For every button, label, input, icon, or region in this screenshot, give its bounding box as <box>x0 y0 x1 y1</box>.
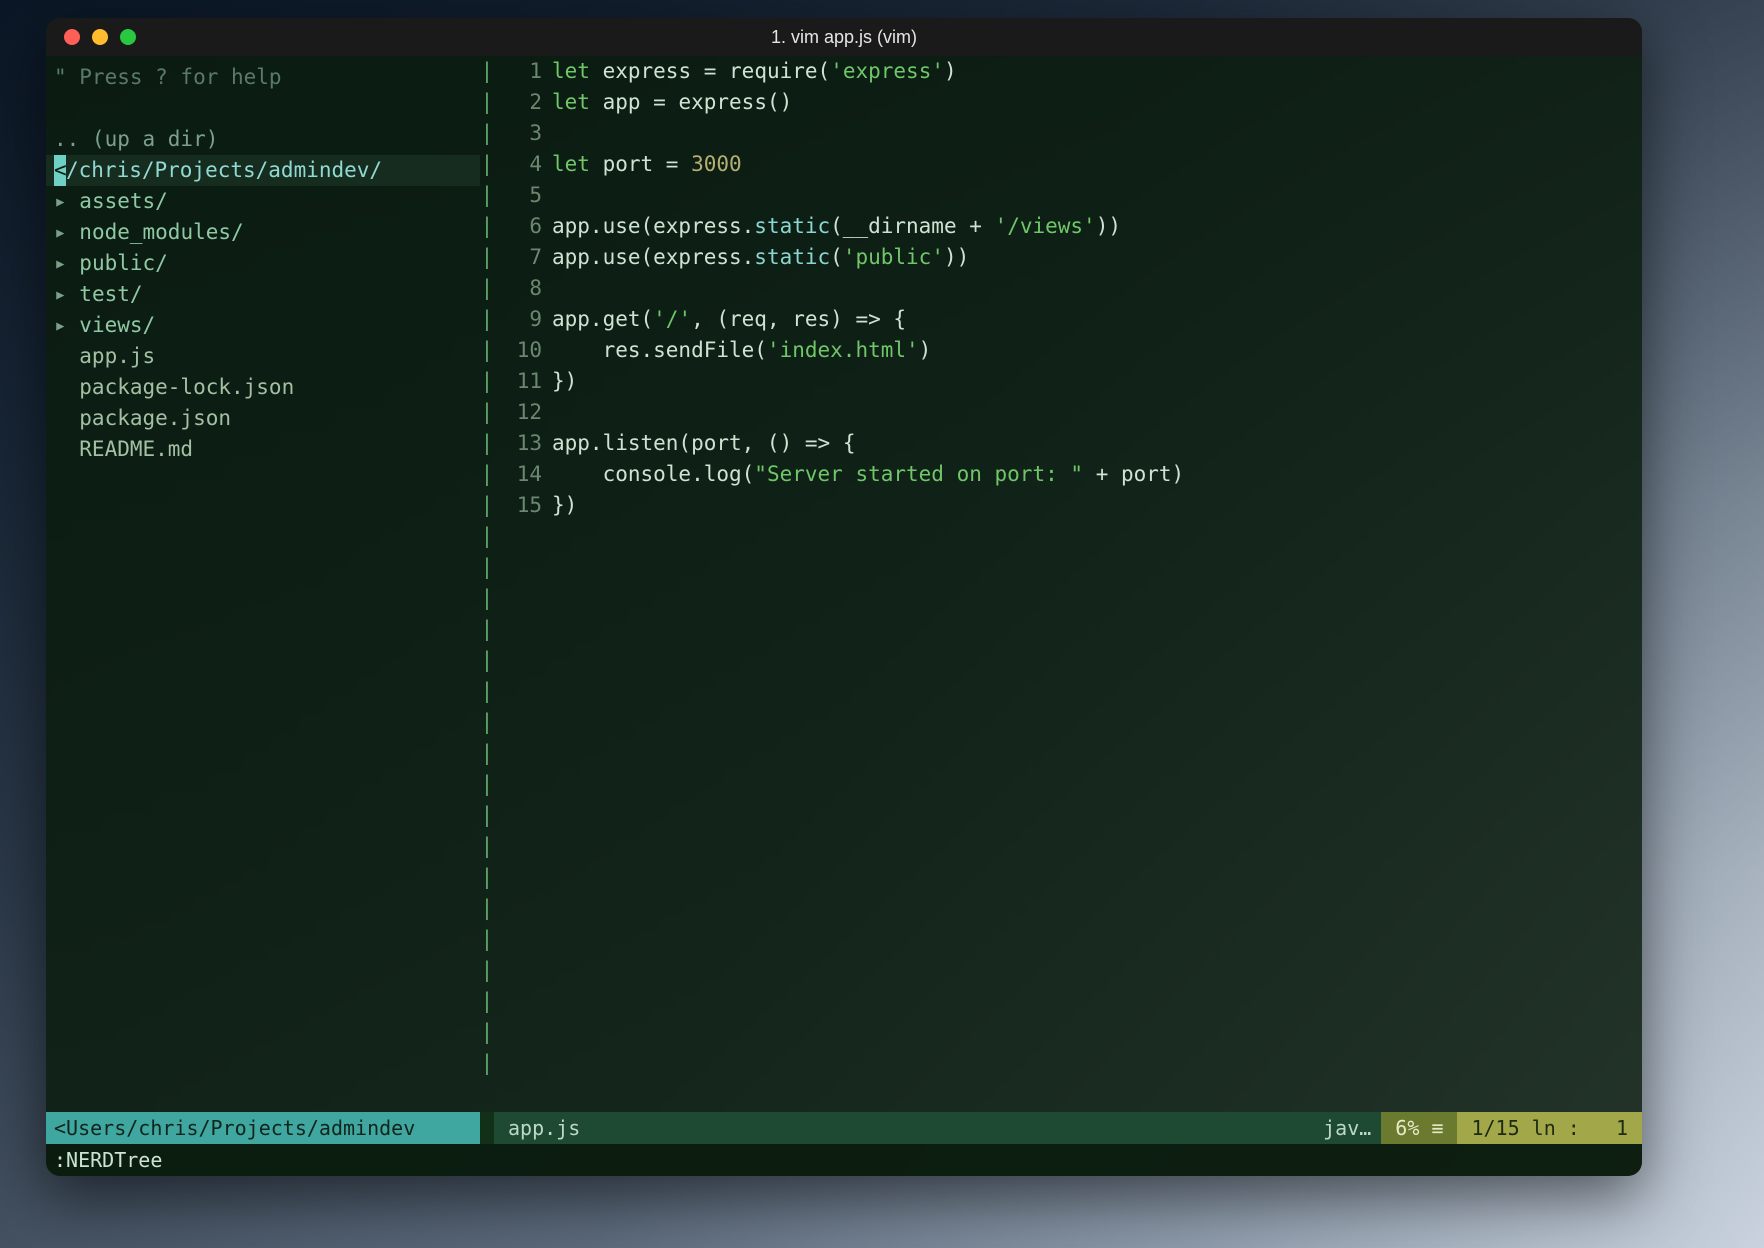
nerdtree-root[interactable]: </chris/Projects/admindev/ <box>46 155 480 186</box>
tree-file[interactable]: package.json <box>46 403 480 434</box>
status-nerdtree-path: <Users/chris/Projects/admindev <box>46 1112 480 1144</box>
code-line[interactable] <box>552 180 1642 211</box>
code-line[interactable] <box>552 118 1642 149</box>
terminal-body: " Press ? for help .. (up a dir) </chris… <box>46 56 1642 1176</box>
tree-dir[interactable]: ▸ assets/ <box>46 186 480 217</box>
tree-dir[interactable]: ▸ node_modules/ <box>46 217 480 248</box>
titlebar: 1. vim app.js (vim) <box>46 18 1642 56</box>
code-line[interactable]: let app = express() <box>552 87 1642 118</box>
terminal-window: 1. vim app.js (vim) " Press ? for help .… <box>46 18 1642 1176</box>
line-number: 13 <box>494 428 542 459</box>
window-title: 1. vim app.js (vim) <box>46 27 1642 48</box>
vim-panes: " Press ? for help .. (up a dir) </chris… <box>46 56 1642 1112</box>
tree-file[interactable]: README.md <box>46 434 480 465</box>
line-number: 6 <box>494 211 542 242</box>
code-line[interactable]: app.use(express.static(__dirname + '/vie… <box>552 211 1642 242</box>
chevron-right-icon: ▸ <box>54 313 79 337</box>
line-number: 1 <box>494 56 542 87</box>
nerdtree-pane[interactable]: " Press ? for help .. (up a dir) </chris… <box>46 56 480 1112</box>
minimize-icon[interactable] <box>92 29 108 45</box>
code-line[interactable]: app.listen(port, () => { <box>552 428 1642 459</box>
code-line[interactable]: let port = 3000 <box>552 149 1642 180</box>
chevron-right-icon: ▸ <box>54 282 79 306</box>
code-line[interactable]: }) <box>552 366 1642 397</box>
line-number: 10 <box>494 335 542 366</box>
line-number: 5 <box>494 180 542 211</box>
status-percent: 6% ≡ <box>1381 1112 1457 1144</box>
spacer <box>46 93 480 124</box>
tree-dir[interactable]: ▸ test/ <box>46 279 480 310</box>
tree-file[interactable]: app.js <box>46 341 480 372</box>
editor-pane[interactable]: 123456789101112131415 let express = requ… <box>494 56 1642 1112</box>
zoom-icon[interactable] <box>120 29 136 45</box>
code-line[interactable]: console.log("Server started on port: " +… <box>552 459 1642 490</box>
nerdtree-root-path: /chris/Projects/admindev/ <box>66 158 382 182</box>
status-filename: app.js <box>494 1112 594 1144</box>
code-line[interactable] <box>552 397 1642 428</box>
line-number-gutter: 123456789101112131415 <box>494 56 552 1112</box>
line-number: 12 <box>494 397 542 428</box>
line-number: 4 <box>494 149 542 180</box>
chevron-right-icon: ▸ <box>54 251 79 275</box>
line-number: 7 <box>494 242 542 273</box>
status-sep <box>480 1112 494 1144</box>
code-area[interactable]: let express = require('express')let app … <box>552 56 1642 1112</box>
line-number: 9 <box>494 304 542 335</box>
command-line[interactable]: :NERDTree <box>46 1144 1642 1176</box>
status-line: <Users/chris/Projects/admindev app.js ja… <box>46 1112 1642 1144</box>
code-line[interactable]: let express = require('express') <box>552 56 1642 87</box>
code-line[interactable]: app.get('/', (req, res) => { <box>552 304 1642 335</box>
chevron-right-icon: ▸ <box>54 220 79 244</box>
desktop-background: 1. vim app.js (vim) " Press ? for help .… <box>0 0 1764 1248</box>
code-line[interactable]: res.sendFile('index.html') <box>552 335 1642 366</box>
status-mid <box>594 1112 1313 1144</box>
code-line[interactable] <box>552 273 1642 304</box>
nerdtree-up-dir[interactable]: .. (up a dir) <box>46 124 480 155</box>
tree-file[interactable]: package-lock.json <box>46 372 480 403</box>
line-number: 14 <box>494 459 542 490</box>
line-number: 2 <box>494 87 542 118</box>
status-position: 1/15 ln : 1 <box>1457 1112 1642 1144</box>
line-number: 15 <box>494 490 542 521</box>
code-line[interactable]: app.use(express.static('public')) <box>552 242 1642 273</box>
nerdtree-help: " Press ? for help <box>46 62 480 93</box>
line-number: 11 <box>494 366 542 397</box>
cursor-block: < <box>54 155 66 186</box>
window-controls <box>46 29 136 45</box>
line-number: 3 <box>494 118 542 149</box>
chevron-right-icon: ▸ <box>54 189 79 213</box>
close-icon[interactable] <box>64 29 80 45</box>
status-filetype: jav… <box>1313 1112 1381 1144</box>
code-line[interactable]: }) <box>552 490 1642 521</box>
tree-dir[interactable]: ▸ views/ <box>46 310 480 341</box>
tree-dir[interactable]: ▸ public/ <box>46 248 480 279</box>
line-number: 8 <box>494 273 542 304</box>
vertical-split: ||||||||||||||||||||||||||||||||| <box>480 56 494 1112</box>
